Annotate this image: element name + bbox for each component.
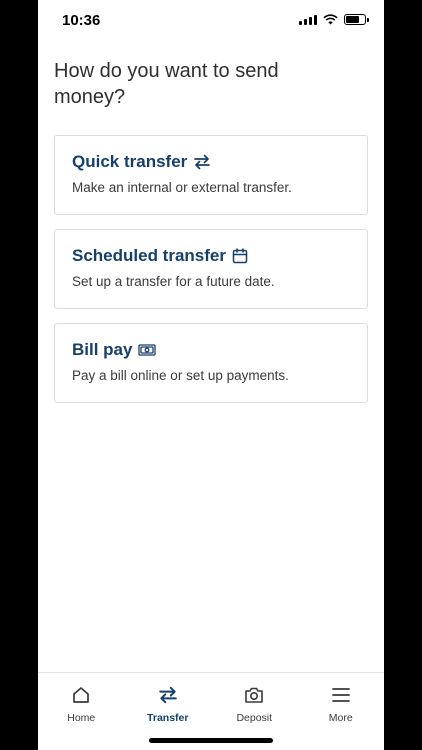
transfer-arrows-icon: [193, 154, 211, 170]
quick-transfer-card[interactable]: Quick transfer Make an internal or exter…: [54, 135, 368, 215]
quick-transfer-title: Quick transfer: [72, 152, 188, 171]
page-title: How do you want to send money?: [54, 60, 279, 108]
nav-item-home[interactable]: Home: [38, 673, 125, 750]
transfer-arrows-icon: [158, 684, 178, 706]
status-bar: 10:36: [38, 0, 384, 40]
wifi-icon: [323, 14, 338, 25]
home-indicator[interactable]: [149, 738, 273, 743]
app-screen: 10:36 How do you want to send money? Qui…: [38, 0, 384, 750]
cash-icon: [138, 344, 157, 356]
nav-item-more[interactable]: More: [298, 673, 385, 750]
scheduled-transfer-title: Scheduled transfer: [72, 246, 226, 265]
cellular-signal-icon: [299, 14, 317, 25]
nav-label-transfer: Transfer: [147, 712, 189, 724]
bill-pay-title: Bill pay: [72, 340, 133, 359]
calendar-icon: [232, 248, 248, 264]
nav-label-home: Home: [67, 712, 96, 724]
scheduled-transfer-description: Set up a transfer for a future date.: [72, 274, 275, 289]
hamburger-menu-icon: [331, 684, 350, 706]
bill-pay-description: Pay a bill online or set up payments.: [72, 368, 289, 383]
home-icon: [72, 684, 90, 706]
nav-label-deposit: Deposit: [236, 712, 273, 724]
status-icons: [299, 14, 369, 25]
bill-pay-card[interactable]: Bill pay Pay a bill online or set up pay…: [54, 323, 368, 403]
scheduled-transfer-card[interactable]: Scheduled transfer Set up a transfer for…: [54, 229, 368, 309]
battery-level: [346, 16, 359, 23]
quick-transfer-description: Make an internal or external transfer.: [72, 180, 292, 195]
camera-icon: [244, 684, 264, 706]
battery-icon: [344, 14, 369, 25]
status-time: 10:36: [62, 12, 101, 29]
nav-label-more: More: [328, 712, 353, 724]
